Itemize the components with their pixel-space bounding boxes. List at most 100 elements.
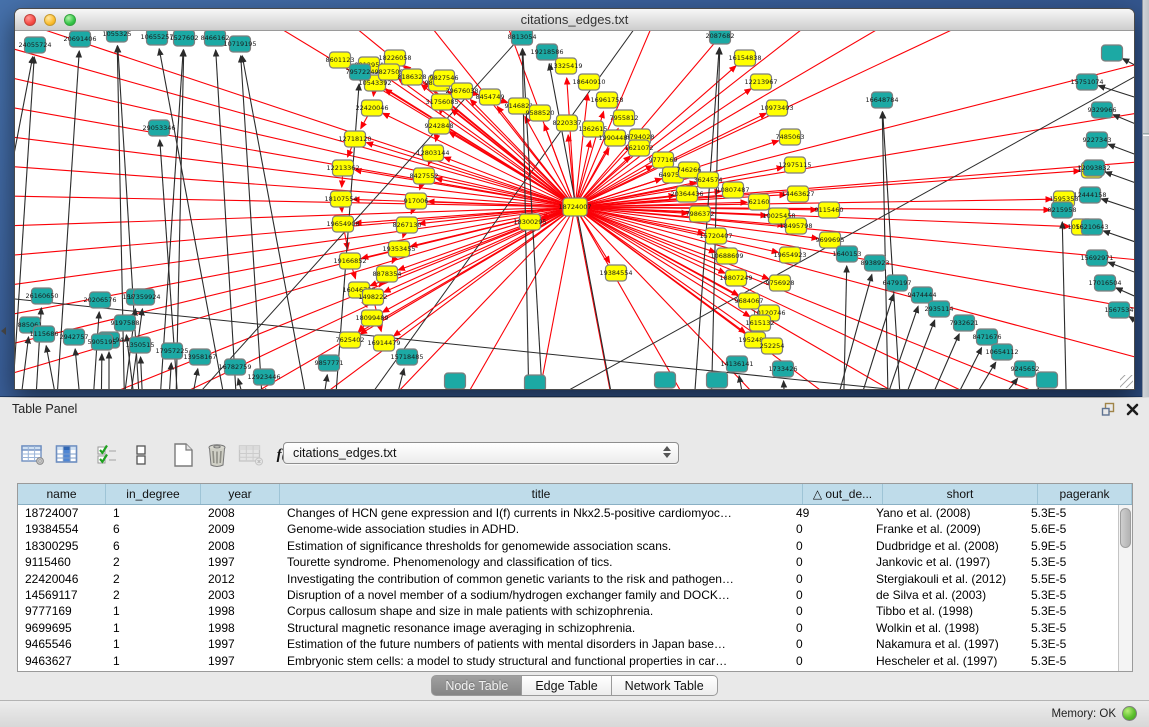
table-cell: 1997	[201, 636, 280, 652]
network-canvas[interactable]: 1872400718226058105433922242004612718120…	[15, 31, 1134, 389]
scrollbar-thumb[interactable]	[1120, 508, 1131, 548]
graph-node-label: 8186328	[398, 73, 427, 81]
graph-node-label: 12718120	[338, 135, 371, 143]
graph-node-label: 13958167	[183, 353, 216, 361]
table-row[interactable]: 946554611997Estimation of the future num…	[18, 636, 1118, 652]
tab-network-table[interactable]: Network Table	[612, 675, 718, 696]
table-row[interactable]: 969969511998Structural magnetic resonanc…	[18, 620, 1118, 636]
graph-node[interactable]	[707, 372, 728, 388]
graph-node-label: 17359924	[127, 293, 160, 301]
network-window[interactable]: citations_edges.txt 18724007182260581054…	[14, 8, 1135, 390]
close-icon[interactable]	[1126, 403, 1139, 416]
memory-status-light[interactable]	[1122, 706, 1137, 721]
graph-node-label: 9474444	[908, 291, 937, 299]
float-window-icon[interactable]	[1101, 402, 1116, 416]
table-row[interactable]: 1938455462009Genome-wide association stu…	[18, 521, 1118, 537]
select-rows-icon[interactable]	[94, 442, 120, 468]
graph-node-label: 16914479	[367, 339, 400, 347]
graph-node-label: 20364436	[670, 190, 703, 198]
graph-node-label: 9242848	[425, 122, 454, 130]
graph-node-label: 9777169	[649, 156, 678, 164]
table-row[interactable]: 2242004622012Investigating the contribut…	[18, 571, 1118, 587]
graph-node-label: 19384554	[599, 269, 632, 277]
column-header-in_degree[interactable]: in_degree	[106, 484, 201, 504]
graph-node-label: 1733426	[769, 365, 798, 373]
graph-node-label: 7932621	[950, 319, 979, 327]
graph-node-label: 13325419	[549, 62, 582, 70]
table-cell: Genome-wide association studies in ADHD.	[280, 521, 789, 537]
column-header-out_de[interactable]: △ out_de...	[803, 484, 883, 504]
table-cell: Estimation of the future numbers of pati…	[280, 636, 789, 652]
new-table-icon[interactable]	[170, 442, 196, 468]
table-row[interactable]: 977716911998Corpus callosum shape and si…	[18, 603, 1118, 619]
dropdown-arrows-icon	[663, 446, 671, 458]
graph-node-label: 12975115	[778, 161, 811, 169]
node-table: namein_degreeyeartitle△ out_de...shortpa…	[17, 483, 1133, 672]
graph-node[interactable]	[445, 373, 466, 389]
table-cell: 5.3E-5	[1024, 554, 1118, 570]
column-header-title[interactable]: title	[280, 484, 803, 504]
table-cell: 1	[106, 620, 201, 636]
table-cell: Hescheler et al. (1997)	[869, 653, 1024, 669]
network-window-titlebar[interactable]: citations_edges.txt	[15, 9, 1134, 31]
graph-node-label: 8471676	[973, 333, 1002, 341]
splitter-collapse-icon[interactable]	[1, 327, 6, 335]
table-cell: 5.9E-5	[1024, 538, 1118, 554]
graph-node-label: 6479197	[883, 279, 912, 287]
table-settings-icon[interactable]	[20, 442, 46, 468]
table-body: 1872400712008Changes of HCN gene express…	[18, 505, 1118, 671]
column-header-year[interactable]: year	[201, 484, 280, 504]
row-height-icon[interactable]	[128, 442, 154, 468]
table-cell: 1997	[201, 554, 280, 570]
graph-node-label: 12444158	[1073, 191, 1106, 199]
table-cell: 18724007	[18, 505, 106, 521]
table-cell: 5.3E-5	[1024, 587, 1118, 603]
column-header-short[interactable]: short	[883, 484, 1038, 504]
table-cell: Franke et al. (2009)	[869, 521, 1024, 537]
table-toolbar: f(x)	[20, 438, 306, 472]
graph-node[interactable]	[655, 372, 676, 388]
graph-node[interactable]	[1102, 45, 1123, 61]
table-cell: Disruption of a novel member of a sodium…	[280, 587, 789, 603]
table-cell: 19384554	[18, 521, 106, 537]
table-row[interactable]: 911546021997Tourette syndrome. Phenomeno…	[18, 554, 1118, 570]
right-splitter[interactable]	[1142, 0, 1149, 397]
graph-node-label: 29676038	[445, 87, 478, 95]
network-window-title: citations_edges.txt	[15, 12, 1134, 27]
column-header-name[interactable]: name	[18, 484, 106, 504]
graph-node-label: 16154838	[728, 54, 761, 62]
table-row[interactable]: 1456911722003Disruption of a novel membe…	[18, 587, 1118, 603]
graph-node[interactable]	[1037, 372, 1058, 388]
table-row[interactable]: 946362711997Embryonic stem cells: a mode…	[18, 653, 1118, 669]
citation-network-graph[interactable]: 1872400718226058105433922242004612718120…	[15, 31, 1134, 389]
graph-node-label: 9588520	[526, 109, 555, 117]
table-cell: Investigating the contribution of common…	[280, 571, 789, 587]
table-cell: 2003	[201, 587, 280, 603]
graph-node-label: 1621072	[625, 144, 654, 152]
window-resize-grip[interactable]	[1120, 375, 1133, 388]
graph-node[interactable]	[525, 375, 546, 389]
table-cell: 5.6E-5	[1024, 521, 1118, 537]
tab-node-table[interactable]: Node Table	[431, 675, 522, 696]
table-cell: 0	[789, 653, 869, 669]
graph-node-label: 2087682	[706, 32, 735, 40]
table-cell: 0	[789, 620, 869, 636]
table-selector-dropdown[interactable]: citations_edges.txt	[283, 442, 679, 464]
graph-node-label: 19218586	[530, 48, 563, 56]
delete-table-icon[interactable]	[204, 442, 230, 468]
table-scrollbar[interactable]	[1118, 505, 1132, 671]
column-header-pagerank[interactable]: pagerank	[1038, 484, 1132, 504]
select-columns-icon[interactable]	[54, 442, 80, 468]
table-row[interactable]: 1830029562008Estimation of significance …	[18, 538, 1118, 554]
table-cell: 9777169	[18, 603, 106, 619]
table-row[interactable]: 1872400712008Changes of HCN gene express…	[18, 505, 1118, 521]
table-cell: 5.3E-5	[1024, 620, 1118, 636]
graph-node-label: 16648784	[865, 96, 898, 104]
graph-node-label: 9827546	[430, 74, 459, 82]
graph-edge	[156, 50, 183, 389]
graph-node-label: 7986372	[686, 210, 715, 218]
graph-edge	[141, 357, 144, 389]
tab-edge-table[interactable]: Edge Table	[522, 675, 611, 696]
graph-edge	[1116, 288, 1134, 303]
graph-node-label: 20691406	[63, 35, 96, 43]
